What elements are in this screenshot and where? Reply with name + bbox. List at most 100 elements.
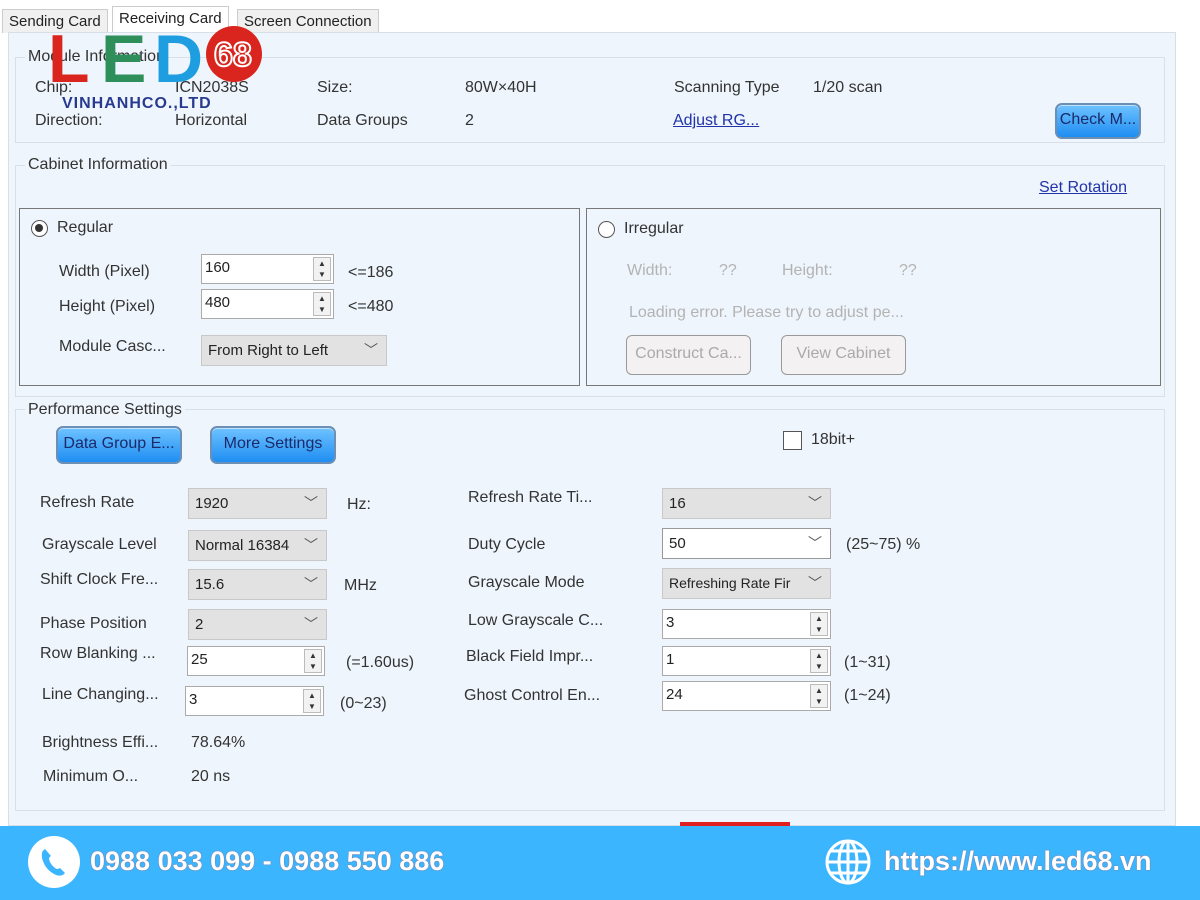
row-blanking-input[interactable]: 25 ▲ ▼ <box>187 646 325 676</box>
scanning-type-value: 1/20 scan <box>813 79 883 96</box>
module-cascade-value: From Right to Left <box>208 342 329 359</box>
ghost-control-input[interactable]: 24 ▲ ▼ <box>662 681 831 711</box>
data-groups-value: 2 <box>465 112 474 129</box>
width-pixel-input[interactable]: 160 ▲ ▼ <box>201 254 334 284</box>
spin-arrows-icon[interactable]: ▲ ▼ <box>313 257 331 281</box>
chevron-down-icon: ﹀ <box>808 575 822 591</box>
low-grayscale-label: Low Grayscale C... <box>468 612 604 629</box>
refresh-rate-label: Refresh Rate <box>40 494 135 511</box>
row-blanking-label: Row Blanking ... <box>40 645 156 662</box>
data-group-button[interactable]: Data Group E... <box>56 426 182 464</box>
shift-clock-value: 15.6 <box>195 576 225 593</box>
grayscale-level-select[interactable]: Normal 16384 ﹀ <box>188 530 327 561</box>
module-cascade-label: Module Casc... <box>59 338 166 355</box>
grayscale-level-value: Normal 16384 <box>195 537 290 554</box>
svg-text:D: D <box>154 24 203 97</box>
module-cascade-select[interactable]: From Right to Left ﹀ <box>201 335 387 366</box>
led68-logo: L E D 68 VINHANHCO.,LTD <box>48 21 268 114</box>
duty-cycle-value: 50 <box>669 535 686 552</box>
regular-radio[interactable] <box>31 220 48 237</box>
irregular-radio[interactable] <box>598 221 615 238</box>
18bit-label: 18bit+ <box>811 431 856 448</box>
spin-arrows-icon[interactable]: ▲ ▼ <box>810 649 828 673</box>
grayscale-mode-label: Grayscale Mode <box>468 574 585 591</box>
height-pixel-label: Height (Pixel) <box>59 298 156 315</box>
refresh-rate-select[interactable]: 1920 ﹀ <box>188 488 327 519</box>
line-changing-note: (0~23) <box>340 695 387 712</box>
duty-cycle-label: Duty Cycle <box>468 536 546 553</box>
chevron-down-icon: ﹀ <box>304 537 318 553</box>
duty-cycle-note: (25~75) % <box>846 536 921 553</box>
svg-text:L: L <box>48 24 90 97</box>
irregular-height-value: ?? <box>899 262 917 279</box>
refresh-rate-times-select[interactable]: 16 ﹀ <box>662 488 831 519</box>
black-field-label: Black Field Impr... <box>466 648 594 665</box>
black-field-note: (1~31) <box>844 654 891 671</box>
grayscale-mode-select[interactable]: Refreshing Rate Fir ﹀ <box>662 568 831 599</box>
direction-value: Horizontal <box>175 112 248 129</box>
data-groups-label: Data Groups <box>317 112 408 129</box>
more-settings-button[interactable]: More Settings <box>210 426 336 464</box>
irregular-label: Irregular <box>624 220 684 237</box>
view-cabinet-button[interactable]: View Cabinet <box>781 335 906 375</box>
low-grayscale-input[interactable]: 3 ▲ ▼ <box>662 609 831 639</box>
set-rotation-link[interactable]: Set Rotation <box>1039 179 1127 197</box>
refresh-rate-times-label: Refresh Rate Ti... <box>468 489 593 506</box>
grayscale-mode-value: Refreshing Rate Fir <box>669 575 791 591</box>
refresh-rate-unit: Hz: <box>347 496 371 513</box>
chevron-down-icon: ﹀ <box>304 616 318 632</box>
adjust-rg-link[interactable]: Adjust RG... <box>673 112 759 130</box>
receiving-card-panel: Module Information Chip: ICN2038S Size: … <box>8 32 1176 826</box>
loading-error-text: Loading error. Please try to adjust pe..… <box>629 304 904 321</box>
globe-icon <box>824 838 872 886</box>
black-field-value: 1 <box>666 651 675 668</box>
chevron-down-icon: ﹀ <box>304 495 318 511</box>
cabinet-information-title: Cabinet Information <box>25 156 171 174</box>
duty-cycle-select[interactable]: 50 ﹀ <box>662 528 831 559</box>
spin-arrows-icon[interactable]: ▲ ▼ <box>810 684 828 708</box>
chevron-down-icon: ﹀ <box>364 342 378 358</box>
width-pixel-value: 160 <box>205 259 231 276</box>
check-module-button[interactable]: Check M... <box>1055 103 1141 139</box>
contact-footer: 0988 033 099 - 0988 550 886 https://www.… <box>0 826 1200 900</box>
phone-icon <box>28 836 80 888</box>
phase-position-select[interactable]: 2 ﹀ <box>188 609 327 640</box>
low-grayscale-value: 3 <box>666 614 675 631</box>
refresh-rate-times-value: 16 <box>669 495 686 512</box>
ghost-control-value: 24 <box>666 686 683 703</box>
website-link[interactable]: https://www.led68.vn <box>884 846 1152 877</box>
line-changing-input[interactable]: 3 ▲ ▼ <box>185 686 324 716</box>
spin-arrows-icon[interactable]: ▲ ▼ <box>810 612 828 636</box>
direction-label: Direction: <box>35 112 103 129</box>
construct-cabinet-button[interactable]: Construct Ca... <box>626 335 751 375</box>
regular-label: Regular <box>57 219 114 236</box>
shift-clock-select[interactable]: 15.6 ﹀ <box>188 569 327 600</box>
shift-clock-unit: MHz <box>344 577 377 594</box>
chevron-down-icon: ﹀ <box>808 495 822 511</box>
chevron-down-icon: ﹀ <box>808 535 822 551</box>
brightness-efficiency-label: Brightness Effi... <box>42 734 159 751</box>
irregular-width-value: ?? <box>719 262 737 279</box>
refresh-rate-value: 1920 <box>195 495 229 512</box>
height-pixel-input[interactable]: 480 ▲ ▼ <box>201 289 334 319</box>
18bit-checkbox[interactable] <box>783 431 802 450</box>
phase-position-label: Phase Position <box>40 615 147 632</box>
svg-text:VINHANHCO.,LTD: VINHANHCO.,LTD <box>62 95 212 112</box>
grayscale-level-label: Grayscale Level <box>42 536 157 553</box>
width-pixel-label: Width (Pixel) <box>59 263 150 280</box>
phase-position-value: 2 <box>195 616 204 633</box>
black-field-input[interactable]: 1 ▲ ▼ <box>662 646 831 676</box>
line-changing-label: Line Changing... <box>42 686 159 703</box>
height-max: <=480 <box>348 298 394 315</box>
minimum-value: 20 ns <box>191 768 231 785</box>
spin-arrows-icon[interactable]: ▲ ▼ <box>304 649 322 673</box>
spin-arrows-icon[interactable]: ▲ ▼ <box>303 689 321 713</box>
irregular-width-label: Width: <box>627 262 673 279</box>
line-changing-value: 3 <box>189 691 198 708</box>
spin-arrows-icon[interactable]: ▲ ▼ <box>313 292 331 316</box>
svg-text:68: 68 <box>214 36 252 74</box>
ghost-control-label: Ghost Control En... <box>464 687 601 704</box>
row-blanking-note: (=1.60us) <box>346 654 415 671</box>
phone-numbers: 0988 033 099 - 0988 550 886 <box>90 846 445 876</box>
performance-settings-title: Performance Settings <box>25 401 185 419</box>
